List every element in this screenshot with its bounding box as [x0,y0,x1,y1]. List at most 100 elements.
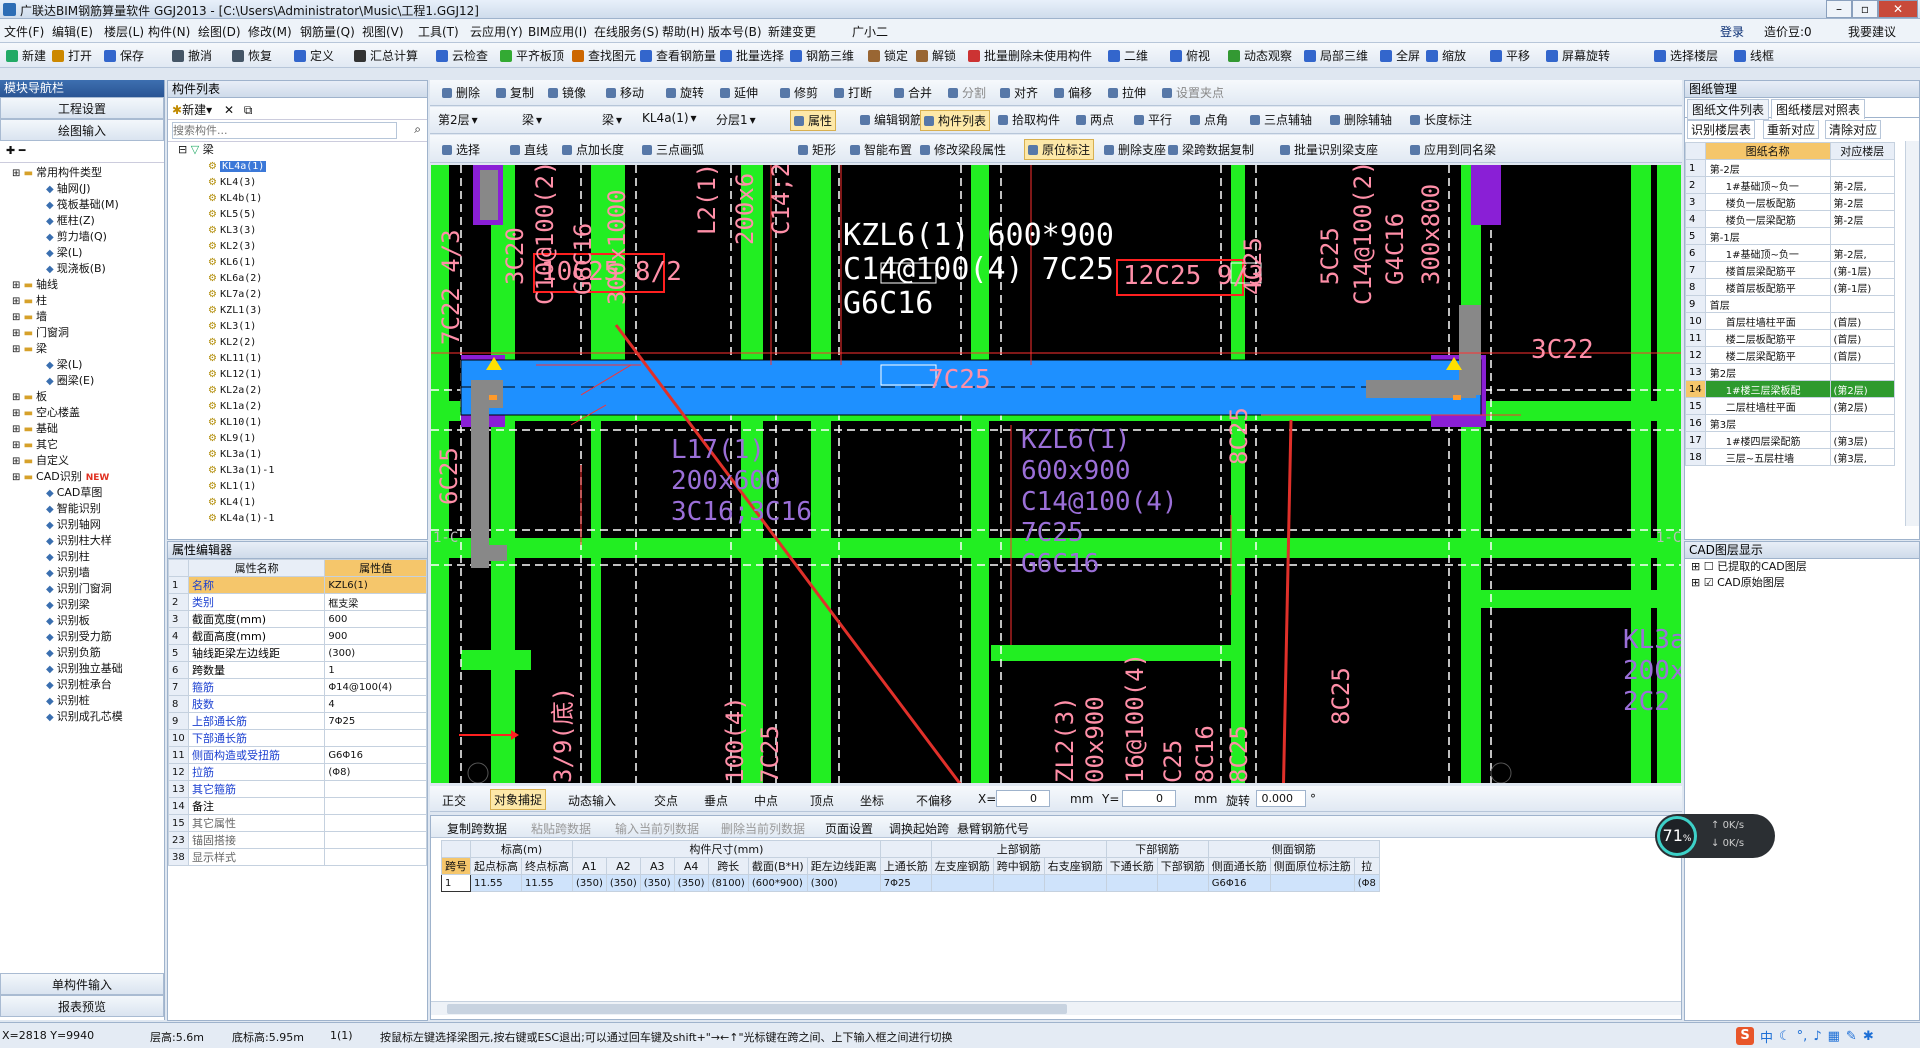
component-item[interactable]: ⚙ KL4a(1)-1 [168,510,427,526]
layer-select[interactable]: 分层1 ▾ [716,111,756,128]
drawing-row[interactable]: 11 楼二层板配筋平 (首层) [1685,329,1896,347]
type2-select[interactable]: 梁 ▾ [602,111,622,128]
feedback-link[interactable]: 我要建议 [1848,23,1896,40]
nav-tree-item[interactable]: ◆ 梁(L) [0,357,164,373]
nav-tree-item[interactable]: ◆ 识别板 [0,613,164,629]
nav-tree-item[interactable]: ⊞ ▬ 墙 [0,309,164,325]
close-button[interactable]: ✕ [1878,0,1918,18]
draw-tool-3[interactable]: 三点画弧 [642,141,704,158]
drawing-row[interactable]: 7 楼首层梁配筋平 (第-1层) [1685,261,1896,279]
nav-tree-item[interactable]: ⊞ ▬ 板 [0,389,164,405]
property-row[interactable]: 8 肢数 4 [168,695,427,713]
property-row[interactable]: 11 侧面构造或受扭筋 G6Φ16 [168,746,427,764]
property-value[interactable]: 1 [324,661,427,679]
snap-option-0[interactable]: 正交 [442,792,466,809]
nav-tree-item[interactable]: ◆ 轴网(J) [0,181,164,197]
tools-icon[interactable]: ✱ [1863,1029,1874,1044]
copy-icon[interactable]: ⧉ [244,103,253,117]
drawing-row[interactable]: 1 第-2层 [1685,159,1896,177]
component-item[interactable]: ⚙ KL1(1) [168,478,427,494]
toolbar-button-3[interactable]: 撤消 [172,47,212,64]
toolbar-button-11[interactable]: 批量选择 [720,47,784,64]
selector-button-6[interactable]: 点角 [1190,111,1228,128]
toolbar-button-2[interactable]: 保存 [104,47,144,64]
component-item[interactable]: ⚙ KL4(3) [168,174,427,190]
toolbar-button-1[interactable]: 打开 [52,47,92,64]
menu-item-9[interactable]: 云应用(Y) [470,23,523,40]
snap-option-2[interactable]: 动态输入 [568,792,616,809]
span-cell[interactable] [1105,874,1158,892]
component-item[interactable]: ⚙ KL3a(1) [168,446,427,462]
menu-item-8[interactable]: 工具(T) [418,23,459,40]
component-item[interactable]: ⚙ KL6(1) [168,254,427,270]
property-row[interactable]: 9 上部通长筋 7Φ25 [168,712,427,730]
span-tool-4[interactable]: 页面设置 [825,820,873,837]
property-row[interactable]: 1 名称 KZL6(1) [168,576,427,594]
expand-toggle-icon[interactable]: ⊞ [12,168,24,179]
project-settings-button[interactable]: 工程设置 [0,97,164,119]
component-item[interactable]: ⚙ KL12(1) [168,366,427,382]
expand-toggle-icon[interactable]: ⊞ [12,312,24,323]
span-cell[interactable]: (600*900) [747,874,808,892]
nav-tree-item[interactable]: ⊞ ▬ 门窗洞 [0,325,164,341]
span-cell[interactable]: 11.55 [521,874,573,892]
span-cell[interactable]: (350) [673,874,709,892]
drawing-input-button[interactable]: 绘图输入 [0,119,164,141]
span-cell[interactable]: (350) [605,874,641,892]
span-cell[interactable]: (350) [639,874,675,892]
toolbar-button-17[interactable]: 俯视 [1170,47,1210,64]
property-row[interactable]: 38 显示样式 [168,848,427,866]
property-row[interactable]: 12 拉筋 (Φ8) [168,763,427,781]
menu-item-12[interactable]: 帮助(H) [662,23,704,40]
drawing-row[interactable]: 5 第-1层 [1685,227,1896,245]
component-item[interactable]: ⚙ KL1a(2) [168,398,427,414]
menu-item-10[interactable]: BIM应用(I) [528,23,587,40]
nav-tree-item[interactable]: ◆ 识别独立基础 [0,661,164,677]
nav-tree-item[interactable]: ◆ 识别柱大样 [0,533,164,549]
punct-icon[interactable]: °, [1797,1029,1808,1044]
edit-tool-12[interactable]: 拉伸 [1108,84,1146,101]
span-cell[interactable]: (350) [572,874,607,892]
nav-tree-item[interactable]: ◆ 识别轴网 [0,517,164,533]
edit-tool-0[interactable]: 删除 [442,84,480,101]
span-tool-5[interactable]: 调换起始跨 [889,820,949,837]
toolbar-button-19[interactable]: 局部三维 [1304,47,1368,64]
nav-tree-item[interactable]: ⊞ ▬ 梁 [0,341,164,357]
property-row[interactable]: 3 截面宽度(mm) 600 [168,610,427,628]
moon-icon[interactable]: ☾ [1779,1029,1791,1044]
component-item[interactable]: ⚙ KL2a(2) [168,382,427,398]
component-item[interactable]: ⚙ KL3a(1)-1 [168,462,427,478]
nav-tree-item[interactable]: ◆ 框柱(Z) [0,213,164,229]
property-value[interactable]: KZL6(1) [324,576,427,594]
drawing-row[interactable]: 12 楼二层梁配筋平 (首层) [1685,346,1896,364]
nav-tree-item[interactable]: ◆ CAD草图 [0,485,164,501]
edit-tool-2[interactable]: 镜像 [548,84,586,101]
span-cell[interactable]: (Φ8 [1353,874,1380,892]
skin-icon[interactable]: ✎ [1846,1029,1857,1044]
component-item[interactable]: ⚙ KL6a(2) [168,270,427,286]
component-item[interactable]: ⚙ KZL1(3) [168,302,427,318]
drawing-row[interactable]: 8 楼首层板配筋平 (第-1层) [1685,278,1896,296]
expand-toggle-icon[interactable]: ⊞ [12,424,24,435]
collapse-all-icon[interactable]: ━ [19,144,26,157]
snap-option-4[interactable]: 垂点 [704,792,728,809]
span-cell[interactable]: (300) [806,874,881,892]
component-item[interactable]: ⚙ KL7a(2) [168,286,427,302]
span-tool-2[interactable]: 输入当前列数据 [615,820,699,837]
property-value[interactable]: 600 [324,610,427,628]
draw-tool-6[interactable]: 修改梁段属性 [920,141,1006,158]
expand-toggle-icon[interactable]: ⊞ [12,280,24,291]
nav-tree-item[interactable]: ◆ 筏板基础(M) [0,197,164,213]
draw-tool-2[interactable]: 点加长度 [562,141,624,158]
drawing-row[interactable]: 6 1#基础顶~负一 第-2层, [1685,244,1896,262]
drawing-row[interactable]: 17 1#楼四层梁配筋 (第3层) [1685,431,1896,449]
nav-tree-item[interactable]: ◆ 识别成孔芯模 [0,709,164,725]
toolbar-button-20[interactable]: 全屏 [1380,47,1420,64]
drawing-row[interactable]: 10 首层柱墙柱平面 (首层) [1685,312,1896,330]
property-row[interactable]: 4 截面高度(mm) 900 [168,627,427,645]
menu-item-13[interactable]: 版本号(B) [708,23,762,40]
selector-button-7[interactable]: 三点辅轴 [1250,111,1312,128]
edit-tool-5[interactable]: 延伸 [720,84,758,101]
draw-tool-9[interactable]: 梁跨数据复制 [1168,141,1254,158]
maximize-button[interactable]: ▫ [1852,0,1878,18]
